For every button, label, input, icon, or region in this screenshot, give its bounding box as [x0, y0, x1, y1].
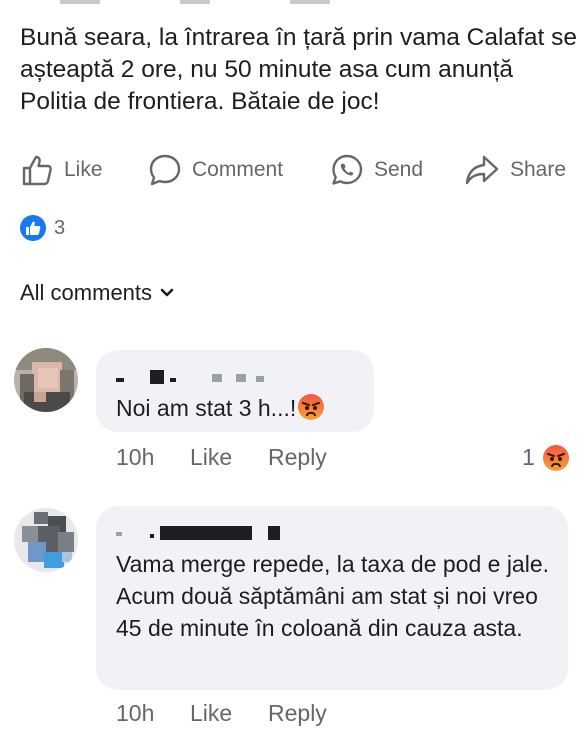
comment-text: Noi am stat 3 h...! — [116, 392, 325, 424]
comment-label: Comment — [192, 158, 284, 181]
comment-like-button[interactable]: Like — [190, 444, 268, 471]
comment-meta: 10h Like Reply — [116, 700, 327, 727]
send-button[interactable]: Send — [330, 150, 423, 190]
whatsapp-icon — [332, 154, 363, 185]
share-arrow-icon — [465, 155, 499, 185]
share-button[interactable]: Share — [464, 150, 566, 190]
thumbs-up-icon — [22, 155, 52, 186]
comment-button[interactable]: Comment — [148, 150, 283, 190]
comment-text: Vama merge repede, la taxa de pod e jale… — [116, 551, 550, 641]
angry-emoji-icon — [542, 444, 569, 471]
post-text: Bună seara, la întrarea în țară prin vam… — [20, 24, 577, 115]
comment-bubble-icon — [149, 154, 181, 186]
reaction-summary[interactable]: 3 — [20, 215, 65, 241]
comment-bubble[interactable]: Vama merge repede, la taxa de pod e jale… — [96, 506, 568, 690]
redacted-author-name — [116, 524, 280, 540]
comment-time: 10h — [116, 444, 155, 470]
comment-like-button[interactable]: Like — [190, 700, 268, 727]
previous-content-strip — [60, 0, 330, 6]
comment-reply-button[interactable]: Reply — [268, 700, 327, 727]
angry-emoji-icon — [298, 394, 325, 420]
share-label: Share — [510, 158, 567, 181]
comment-reaction-count[interactable]: 1 — [522, 444, 569, 471]
comment-reply-button[interactable]: Reply — [268, 444, 327, 471]
comment-meta: 10h Like Reply — [116, 444, 327, 471]
reaction-count: 3 — [54, 216, 66, 239]
like-label: Like — [64, 158, 103, 181]
chevron-down-icon — [160, 288, 174, 297]
comment-time: 10h — [116, 700, 155, 726]
comments-filter-label: All comments — [20, 280, 153, 305]
like-button[interactable]: Like — [20, 150, 103, 190]
thumbs-up-icon — [20, 215, 46, 241]
comment-reaction-number: 1 — [522, 444, 535, 470]
commenter-avatar[interactable] — [14, 348, 78, 412]
comments-filter-dropdown[interactable]: All comments — [20, 280, 174, 306]
commenter-avatar[interactable] — [14, 508, 78, 572]
comment-bubble[interactable]: Noi am stat 3 h...! — [96, 350, 374, 432]
post-action-bar: Like Comment Send Share — [0, 150, 588, 190]
redacted-author-name — [116, 368, 276, 384]
send-label: Send — [374, 158, 424, 181]
